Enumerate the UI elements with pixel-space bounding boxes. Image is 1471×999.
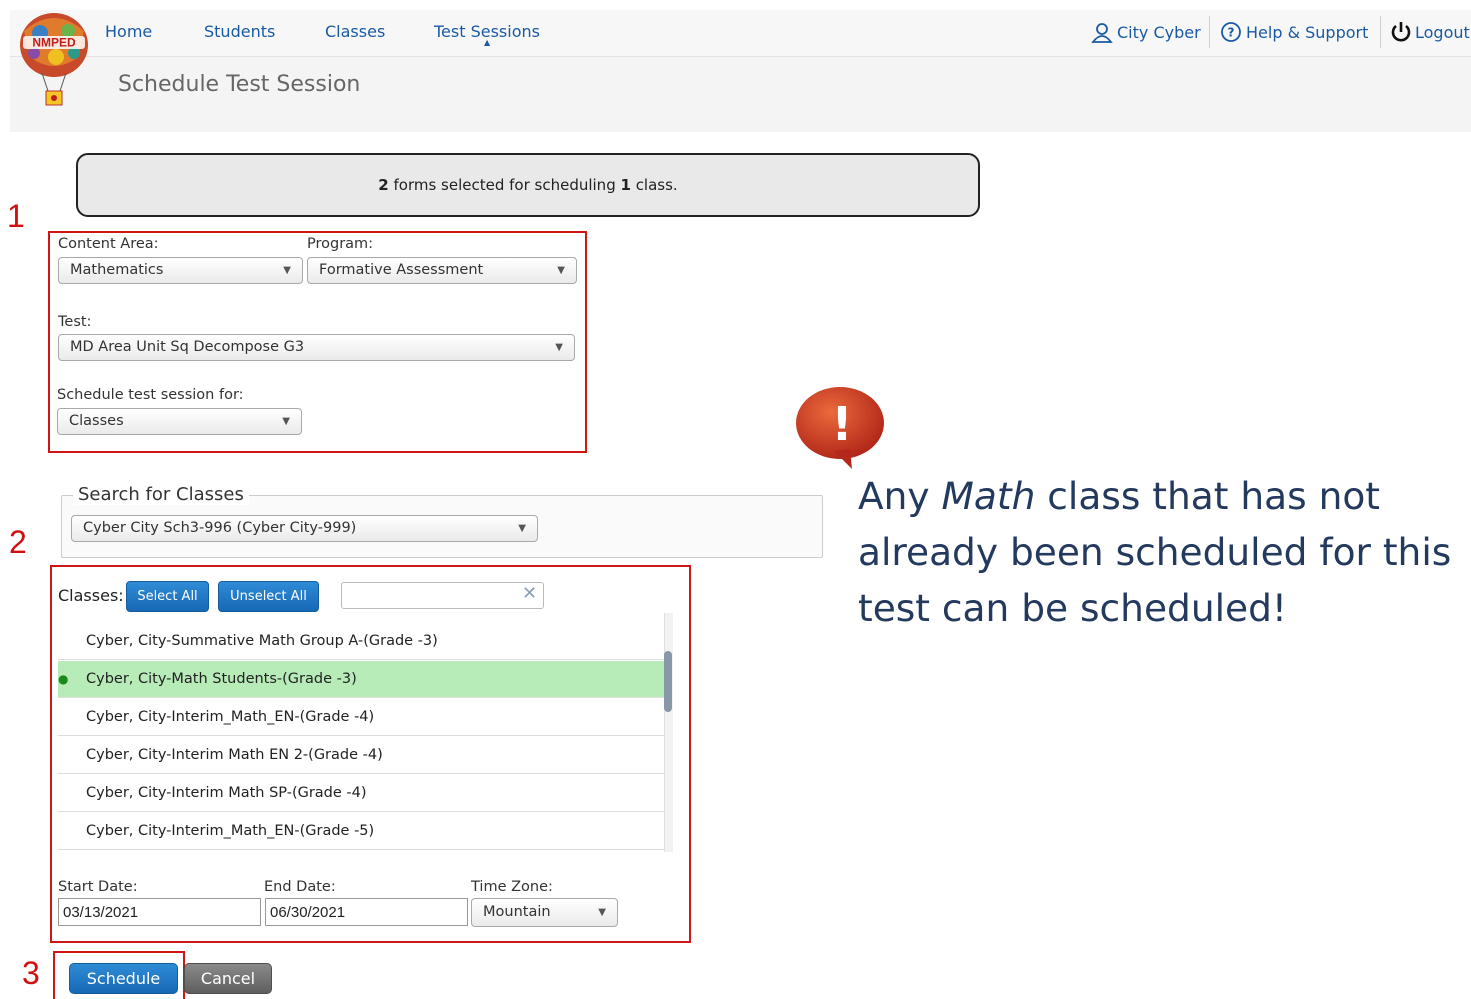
logout-link[interactable]: Logout xyxy=(1390,21,1470,43)
end-date-label: End Date: xyxy=(264,879,336,895)
class-row-name: Cyber, City-Interim Math EN 2-(Grade -4) xyxy=(86,747,383,763)
content-area-select[interactable]: Mathematics ▼ xyxy=(58,257,303,284)
chevron-down-icon: ▼ xyxy=(557,265,565,276)
selection-summary: 2 forms selected for scheduling 1 class. xyxy=(76,153,980,217)
class-row[interactable]: Cyber, City-Summative Math Group A-(Grad… xyxy=(58,623,664,660)
logo-text: NMPED xyxy=(32,36,76,50)
test-label: Test: xyxy=(58,314,92,330)
class-row-name: Cyber, City-Interim_Math_EN-(Grade -5) xyxy=(86,823,375,839)
schedule-for-value: Classes xyxy=(69,413,124,429)
user-name: City Cyber xyxy=(1117,22,1201,42)
start-date-input[interactable] xyxy=(58,898,261,926)
time-zone-select[interactable]: Mountain ▼ xyxy=(471,898,618,927)
svg-text:?: ? xyxy=(1228,26,1235,40)
schedule-for-label: Schedule test session for: xyxy=(57,387,244,403)
active-nav-indicator-icon: ▲ xyxy=(484,38,491,47)
help-icon: ? xyxy=(1221,22,1241,42)
exclamation-speech-bubble-icon: ! xyxy=(796,387,884,469)
end-date-input[interactable] xyxy=(265,898,468,926)
class-text: class. xyxy=(630,176,678,194)
time-zone-label: Time Zone: xyxy=(471,879,553,895)
class-count: 1 xyxy=(620,176,631,194)
nav-divider xyxy=(1209,16,1210,48)
callout-text-emphasis: Math xyxy=(941,474,1036,518)
search-classes-legend: Search for Classes xyxy=(73,484,249,505)
chevron-down-icon: ▼ xyxy=(282,416,290,427)
callout-glyph: ! xyxy=(832,397,853,451)
callout-note: Any Math class that has not already been… xyxy=(858,468,1458,636)
class-row-name: Cyber, City-Interim Math SP-(Grade -4) xyxy=(86,785,367,801)
content-area-value: Mathematics xyxy=(70,262,164,278)
nav-home-link[interactable]: Home xyxy=(105,22,152,41)
nav-divider xyxy=(1380,16,1381,48)
step-1-marker: 1 xyxy=(7,198,25,234)
start-date-label: Start Date: xyxy=(58,879,138,895)
help-support-link[interactable]: ? Help & Support xyxy=(1220,21,1368,43)
class-filter-input[interactable] xyxy=(341,582,544,609)
selected-dot-icon: ● xyxy=(58,672,69,686)
content-area-label: Content Area: xyxy=(58,236,159,252)
chevron-down-icon: ▼ xyxy=(283,265,291,276)
class-row[interactable]: Cyber, City-Interim Math EN 2-(Grade -4) xyxy=(58,737,664,774)
time-zone-value: Mountain xyxy=(483,904,551,920)
class-row[interactable]: ● Cyber, City-Math Students-(Grade -3) xyxy=(58,661,664,698)
class-row-name: Cyber, City-Math Students-(Grade -3) xyxy=(86,671,357,687)
test-select[interactable]: MD Area Unit Sq Decompose G3 ▼ xyxy=(58,334,575,361)
unselect-all-button[interactable]: Unselect All xyxy=(218,581,319,612)
logout-label: Logout xyxy=(1415,22,1470,42)
power-icon xyxy=(1391,22,1411,42)
page-title: Schedule Test Session xyxy=(118,72,361,97)
class-row[interactable]: Cyber, City-Interim_Math_EN-(Grade -5) xyxy=(58,813,664,850)
nav-students-link[interactable]: Students xyxy=(204,22,275,41)
step-3-marker: 3 xyxy=(22,955,40,991)
nmped-logo: NMPED xyxy=(20,13,88,106)
help-support-label: Help & Support xyxy=(1246,22,1369,42)
class-row-name: Cyber, City-Interim_Math_EN-(Grade -4) xyxy=(86,709,375,725)
program-label: Program: xyxy=(307,236,374,252)
class-list: Cyber, City-Summative Math Group A-(Grad… xyxy=(58,613,674,852)
class-row[interactable]: Cyber, City-Interim Math SP-(Grade -4) xyxy=(58,775,664,812)
class-list-scrollbar[interactable] xyxy=(664,613,673,852)
school-select[interactable]: Cyber City Sch3-996 (Cyber City-999) ▼ xyxy=(71,515,538,542)
step-2-marker: 2 xyxy=(9,524,27,560)
user-icon xyxy=(1091,23,1113,43)
forms-text: forms selected for scheduling xyxy=(388,176,621,194)
cancel-button[interactable]: Cancel xyxy=(184,963,272,994)
class-row-name: Cyber, City-Summative Math Group A-(Grad… xyxy=(86,633,438,649)
class-list-scroll-thumb[interactable] xyxy=(664,651,672,712)
forms-count: 2 xyxy=(378,176,389,194)
nav-classes-link[interactable]: Classes xyxy=(325,22,385,41)
school-value: Cyber City Sch3-996 (Cyber City-999) xyxy=(83,520,357,536)
test-value: MD Area Unit Sq Decompose G3 xyxy=(70,339,305,355)
clear-filter-icon[interactable]: ✕ xyxy=(522,583,537,604)
program-select[interactable]: Formative Assessment ▼ xyxy=(307,257,577,284)
chevron-down-icon: ▼ xyxy=(598,907,606,918)
classes-label: Classes: xyxy=(58,586,124,605)
program-value: Formative Assessment xyxy=(319,262,484,278)
schedule-for-select[interactable]: Classes ▼ xyxy=(57,408,302,435)
chevron-down-icon: ▼ xyxy=(555,342,563,353)
schedule-button[interactable]: Schedule xyxy=(69,963,178,994)
callout-text-part1: Any xyxy=(858,474,942,518)
select-all-button[interactable]: Select All xyxy=(126,581,209,612)
class-row[interactable]: Cyber, City-Interim_Math_EN-(Grade -4) xyxy=(58,699,664,736)
user-menu[interactable]: City Cyber xyxy=(1091,21,1201,43)
chevron-down-icon: ▼ xyxy=(518,523,526,534)
